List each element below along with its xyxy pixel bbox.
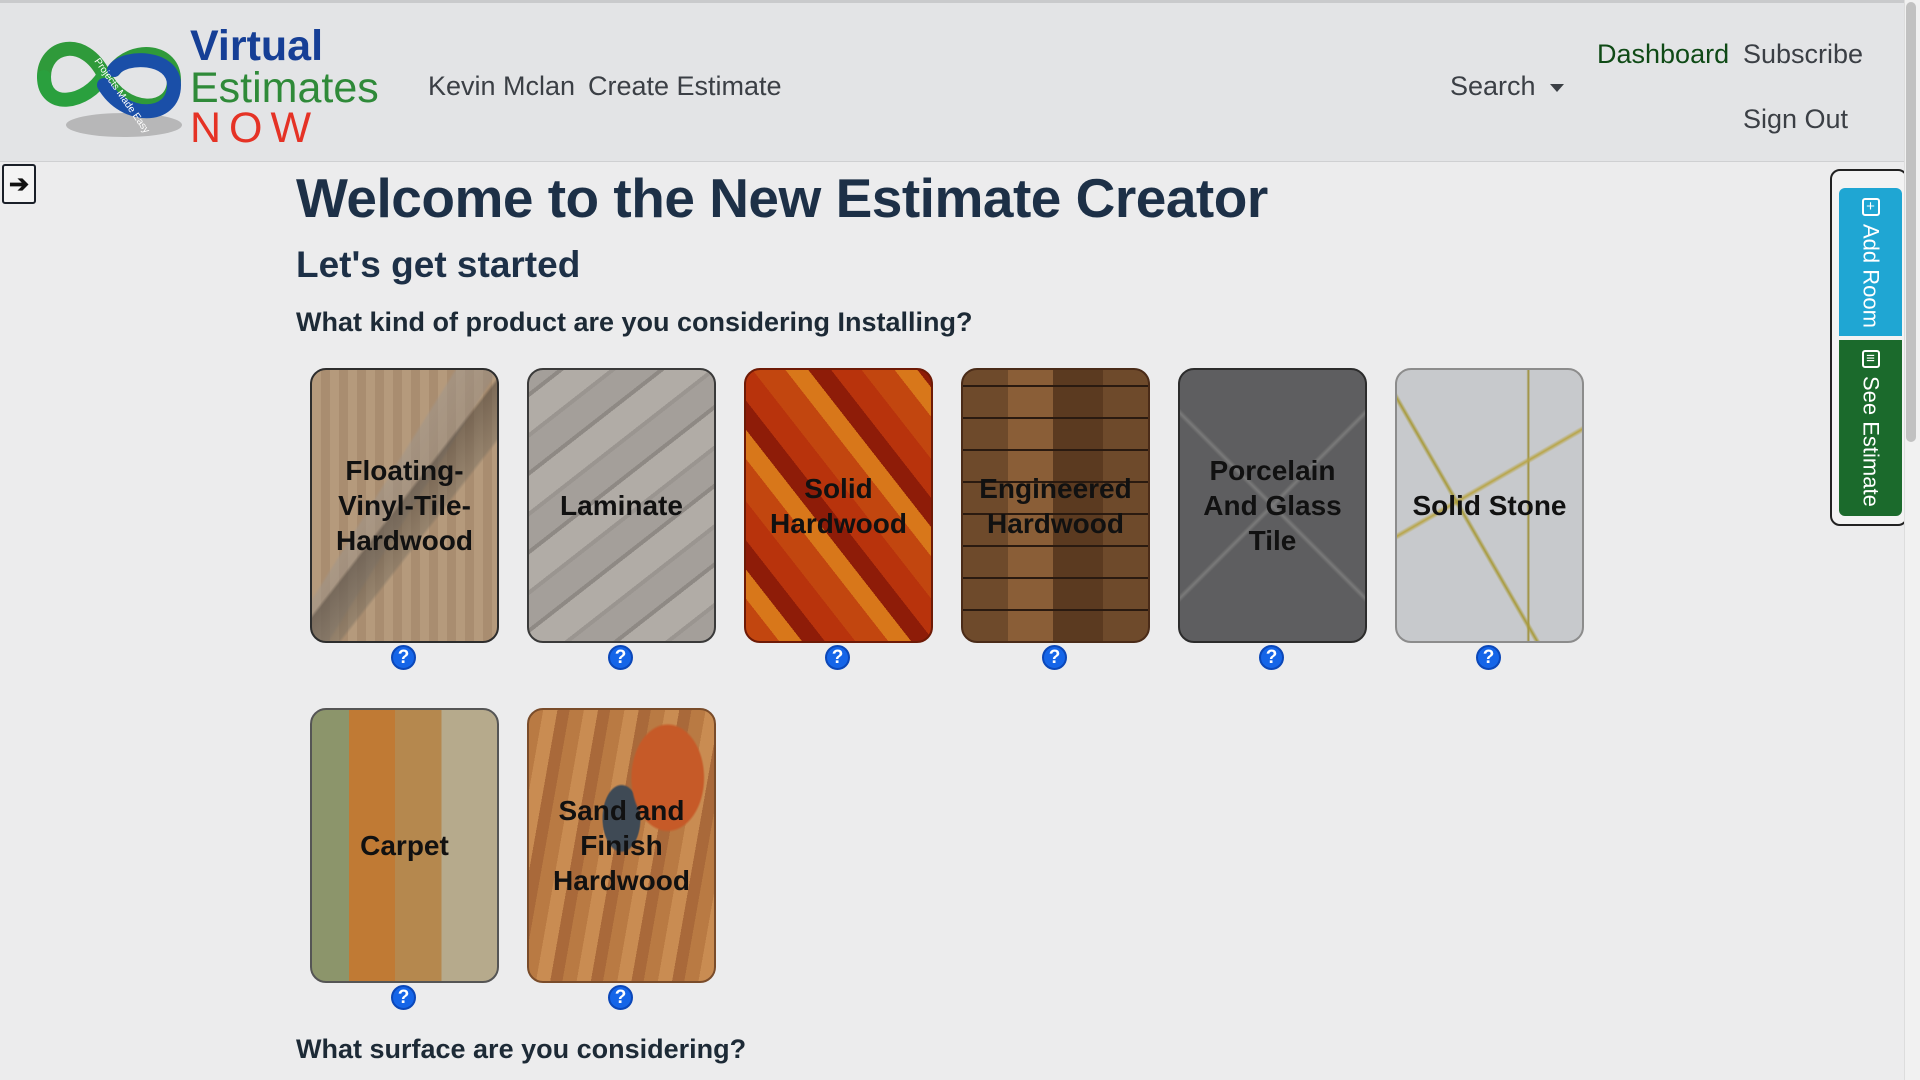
help-glyph: ?	[1265, 646, 1278, 668]
arrow-right-icon: ➔	[8, 170, 30, 198]
scrollbar-thumb[interactable]	[1906, 2, 1916, 442]
logo-line1: Virtual	[190, 22, 324, 70]
brand-logo[interactable]: Projects Made Easy Virtual Estimates NOW	[24, 25, 394, 150]
help-icon[interactable]: ?	[1476, 645, 1501, 670]
help-glyph: ?	[1048, 646, 1061, 668]
product-card-laminate[interactable]: Laminate	[527, 368, 716, 643]
nav-search-label: Search	[1450, 71, 1536, 101]
nav-create-estimate[interactable]: Create Estimate	[588, 71, 782, 102]
help-icon[interactable]: ?	[608, 645, 633, 670]
help-glyph: ?	[397, 986, 410, 1008]
nav-subscribe[interactable]: Subscribe	[1743, 39, 1863, 70]
product-card-engineered-hardwood[interactable]: Engineered Hardwood	[961, 368, 1150, 643]
product-card-label: Solid Hardwood	[770, 472, 907, 539]
surface-question: What surface are you considering?	[296, 1034, 747, 1064]
product-card-carpet[interactable]: Carpet	[310, 708, 499, 983]
logo-line3: NOW	[190, 104, 320, 152]
product-card-solid-stone[interactable]: Solid Stone	[1395, 368, 1584, 643]
page-title: Welcome to the New Estimate Creator	[296, 167, 1268, 229]
add-room-label: Add Room	[1858, 224, 1884, 328]
help-glyph: ?	[614, 646, 627, 668]
top-navbar: Projects Made Easy Virtual Estimates NOW…	[0, 0, 1904, 162]
product-card-label: Laminate	[560, 490, 683, 521]
product-card-label: Porcelain And Glass Tile	[1203, 455, 1342, 556]
product-card-floating-vinyl[interactable]: Floating-Vinyl-Tile-Hardwood	[310, 368, 499, 643]
help-icon[interactable]: ?	[825, 645, 850, 670]
receipt-icon: ≡	[1861, 350, 1880, 368]
help-glyph: ?	[614, 986, 627, 1008]
caret-down-icon	[1549, 83, 1564, 92]
nav-dashboard[interactable]: Dashboard	[1597, 39, 1729, 70]
add-room-button[interactable]: + Add Room	[1839, 188, 1902, 336]
help-icon[interactable]: ?	[1259, 645, 1284, 670]
product-card-label: Solid Stone	[1412, 490, 1567, 521]
help-icon[interactable]: ?	[391, 985, 416, 1010]
product-card-label: Carpet	[360, 830, 449, 861]
help-icon[interactable]: ?	[391, 645, 416, 670]
see-estimate-button[interactable]: ≡ See Estimate	[1839, 340, 1902, 516]
help-icon[interactable]: ?	[608, 985, 633, 1010]
product-card-solid-hardwood[interactable]: Solid Hardwood	[744, 368, 933, 643]
product-card-label: Floating-Vinyl-Tile-Hardwood	[336, 455, 473, 556]
nav-sign-out[interactable]: Sign Out	[1743, 104, 1848, 135]
product-question: What kind of product are you considering…	[296, 307, 973, 337]
nav-search-dropdown[interactable]: Search	[1450, 71, 1564, 102]
help-glyph: ?	[831, 646, 844, 668]
help-glyph: ?	[397, 646, 410, 668]
sidebar-toggle-button[interactable]: ➔	[2, 164, 36, 204]
plus-square-icon: +	[1861, 198, 1880, 216]
logo-line2: Estimates	[190, 64, 379, 112]
product-card-label: Engineered Hardwood	[979, 472, 1132, 539]
product-card-label: Sand and Finish Hardwood	[553, 795, 690, 896]
see-estimate-label: See Estimate	[1858, 376, 1884, 507]
page-subtitle: Let's get started	[296, 244, 581, 285]
nav-user-name[interactable]: Kevin Mclan	[428, 71, 575, 102]
help-glyph: ?	[1482, 646, 1495, 668]
infinity-logo-icon: Projects Made Easy	[37, 41, 182, 137]
logo-wordmark: Virtual Estimates NOW	[190, 25, 379, 150]
product-card-porcelain-glass-tile[interactable]: Porcelain And Glass Tile	[1178, 368, 1367, 643]
help-icon[interactable]: ?	[1042, 645, 1067, 670]
product-card-sand-finish-hardwood[interactable]: Sand and Finish Hardwood	[527, 708, 716, 983]
